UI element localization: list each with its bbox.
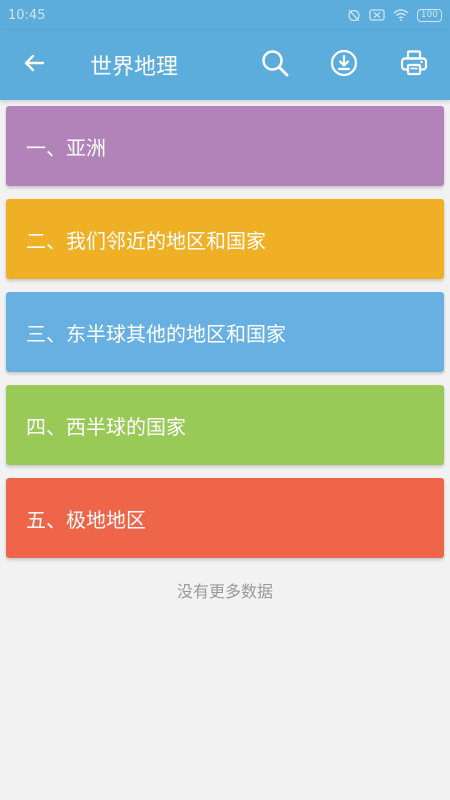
print-icon xyxy=(399,48,429,82)
search-button[interactable] xyxy=(257,47,293,83)
status-icons: 100 xyxy=(347,8,442,22)
chapter-item-neighbors[interactable]: 二、我们邻近的地区和国家 xyxy=(6,199,444,279)
chapter-item-asia[interactable]: 一、亚洲 xyxy=(6,106,444,186)
alarm-off-icon xyxy=(347,8,361,22)
print-button[interactable] xyxy=(396,47,432,83)
chapter-list: 一、亚洲 二、我们邻近的地区和国家 三、东半球其他的地区和国家 四、西半球的国家… xyxy=(6,106,444,571)
status-time: 10:45 xyxy=(8,7,46,23)
battery-indicator: 100 xyxy=(416,8,442,22)
chapter-item-eastern-hemisphere[interactable]: 三、东半球其他的地区和国家 xyxy=(6,292,444,372)
app-bar: 世界地理 xyxy=(0,30,450,100)
chapter-label: 二、我们邻近的地区和国家 xyxy=(26,228,266,253)
chapter-label: 一、亚洲 xyxy=(26,135,106,160)
page-title: 世界地理 xyxy=(90,55,179,80)
sim-icon xyxy=(369,9,385,21)
no-more-data-text: 没有更多数据 xyxy=(176,582,273,601)
chapter-item-polar-regions[interactable]: 五、极地地区 xyxy=(6,478,444,558)
wifi-icon xyxy=(393,9,409,21)
chapter-label: 四、西半球的国家 xyxy=(26,414,186,439)
chapter-label: 五、极地地区 xyxy=(26,507,146,532)
search-icon xyxy=(260,48,290,82)
back-button[interactable] xyxy=(18,49,50,81)
chapter-item-western-hemisphere[interactable]: 四、西半球的国家 xyxy=(6,385,444,465)
download-button[interactable] xyxy=(326,47,362,83)
chapter-label: 三、东半球其他的地区和国家 xyxy=(26,321,286,346)
back-arrow-icon xyxy=(22,51,46,79)
status-bar: 10:45 100 xyxy=(0,0,450,30)
download-icon xyxy=(329,48,359,82)
